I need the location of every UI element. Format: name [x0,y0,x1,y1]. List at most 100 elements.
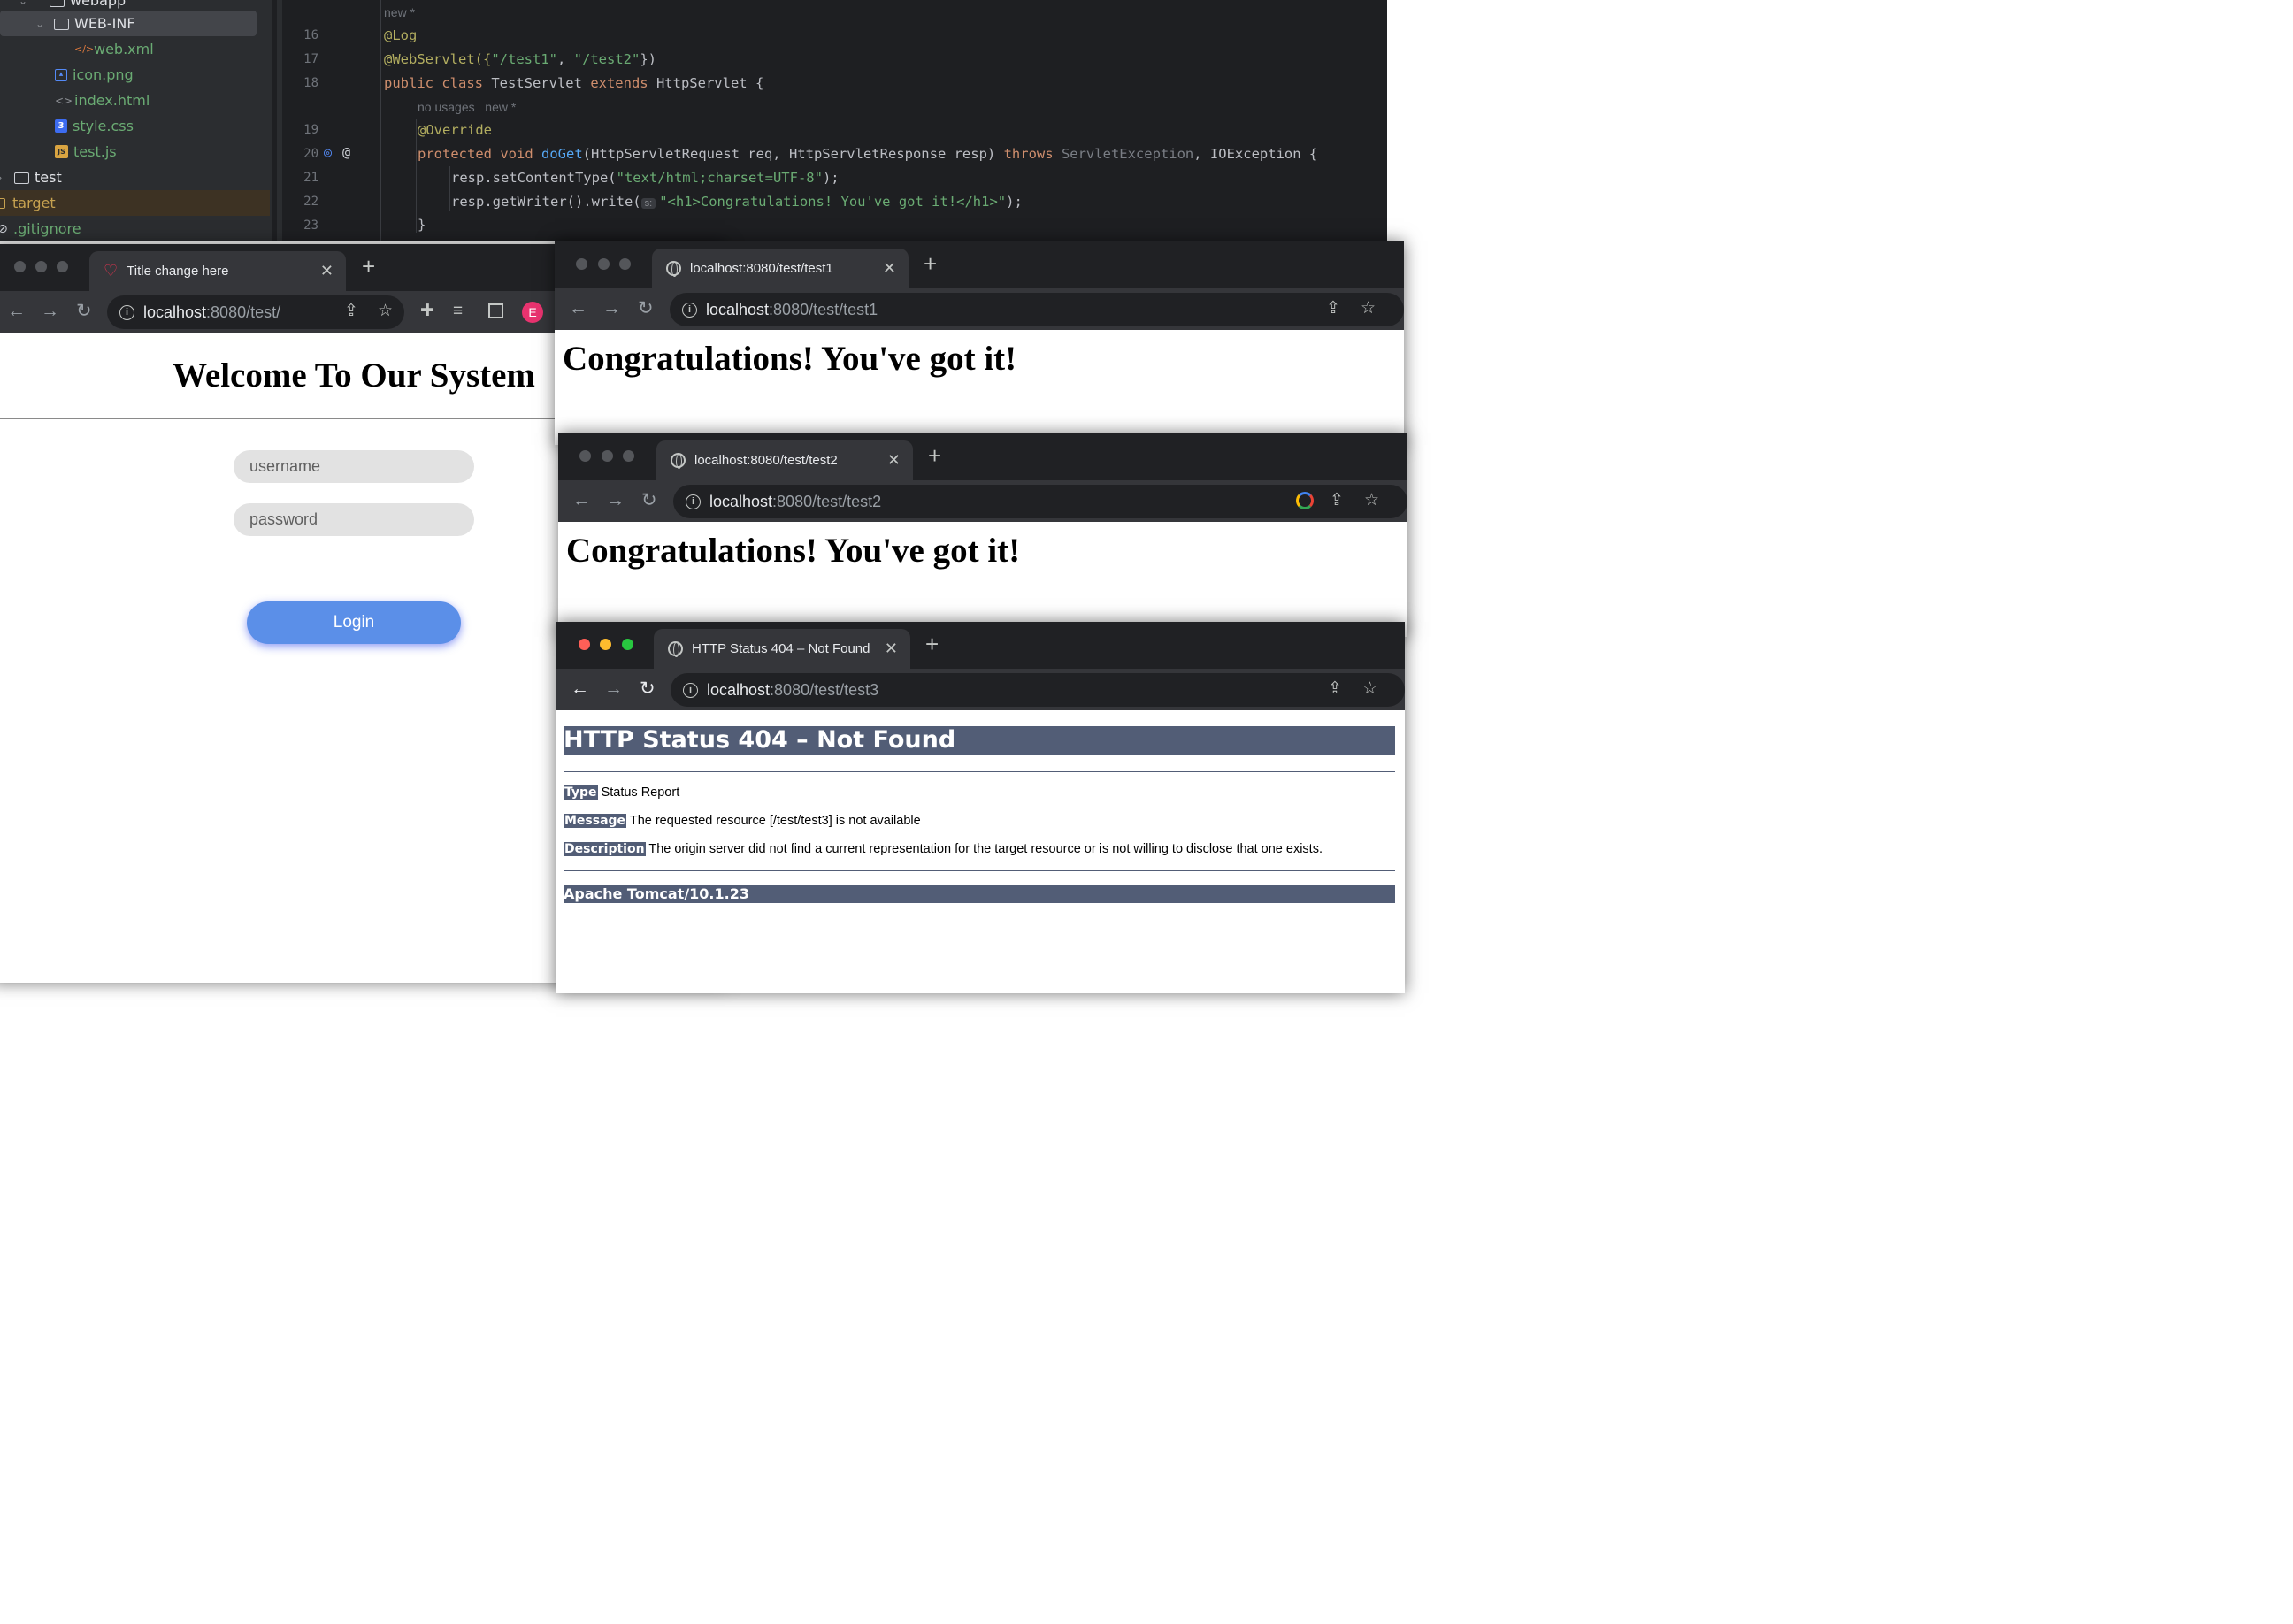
star-icon[interactable]: ☆ [1362,680,1377,698]
window-zoom-button[interactable] [622,639,633,650]
url-host: localhost [707,680,771,699]
profile-avatar[interactable]: E [522,302,543,323]
star-icon[interactable]: ☆ [1361,300,1376,318]
heart-favicon: ♡ [104,262,119,280]
share-icon[interactable]: ⇪ [1330,492,1344,509]
star-icon[interactable]: ☆ [1364,492,1379,509]
indent-guide [416,119,417,233]
password-input[interactable] [234,503,474,536]
tree-item-label: index.html [74,92,150,109]
extensions-icon[interactable]: ✚ [420,303,434,320]
close-tab-icon[interactable]: ✕ [883,259,896,278]
code-vision-hint[interactable]: new * [384,5,415,19]
folder-icon [0,197,5,209]
tab-404[interactable]: HTTP Status 404 – Not Found ✕ [654,629,910,669]
window-zoom-button[interactable] [619,258,631,270]
annotation-gutter-icon[interactable]: @ [342,144,350,160]
info-icon[interactable]: i [683,682,698,698]
code-line-16: @Log [384,27,418,43]
back-button[interactable]: ← [7,302,26,321]
reload-button[interactable]: ↻ [638,299,654,318]
tab-test1[interactable]: localhost:8080/test/test1 ✕ [652,249,909,288]
close-tab-icon[interactable]: ✕ [885,640,898,658]
close-tab-icon[interactable]: ✕ [320,262,334,280]
close-tab-icon[interactable]: ✕ [887,451,901,470]
tree-item-web-inf[interactable]: ⌄ WEB-INF [0,11,257,36]
window-minimize-button[interactable] [600,639,611,650]
login-button[interactable]: Login [247,601,461,644]
reload-button[interactable]: ↻ [641,491,657,510]
reload-button[interactable]: ↻ [640,679,656,699]
forward-button[interactable]: → [602,299,621,318]
indent-guide [380,0,381,241]
code-line-18: public class TestServlet extends HttpSer… [384,75,764,91]
forward-button[interactable]: → [604,679,623,699]
browser-window-test1: localhost:8080/test/test1 ✕ + ← → ↻ i lo… [555,241,1404,445]
browser-window-404: HTTP Status 404 – Not Found ✕ + ← → ↻ i … [556,622,1405,993]
new-tab-button[interactable]: + [362,255,375,278]
tab-title: Title change here [127,264,229,279]
new-tab-button[interactable]: + [928,444,941,467]
css-file-icon: 3 [55,119,67,133]
window-close-button[interactable] [579,450,591,462]
override-gutter-icon[interactable]: ◎ [324,144,332,160]
tree-item-web-xml[interactable]: </> web.xml [0,36,265,62]
browser-toolbar: ← → ↻ i localhost:8080/test/test3 ⇪ ☆ [556,669,1405,710]
tree-item-icon-png[interactable]: ▴ icon.png [0,62,265,88]
js-file-icon: JS [55,145,68,158]
back-button[interactable]: ← [571,679,589,699]
new-tab-button[interactable]: + [924,252,937,275]
reading-list-icon[interactable]: ≡ [453,303,463,320]
info-icon[interactable]: i [682,302,697,318]
line-number: 22 [303,195,318,209]
tab-test2[interactable]: localhost:8080/test/test2 ✕ [656,440,913,480]
address-bar[interactable]: i localhost:8080/test/test1 [670,293,1404,326]
share-icon[interactable]: ⇪ [1326,300,1340,318]
back-button[interactable]: ← [569,299,587,318]
error-description: Description The origin server did not fi… [564,842,1323,856]
new-tab-button[interactable]: + [925,632,939,655]
html-file-icon: <> [55,94,73,107]
page-heading: Congratulations! You've got it! [563,340,1017,378]
info-icon[interactable]: i [686,494,701,509]
share-icon[interactable]: ⇪ [344,303,358,320]
tab-title-change-here[interactable]: ♡ Title change here ✕ [89,251,346,291]
tree-item-label: webapp [70,0,127,9]
forward-button[interactable]: → [606,491,625,510]
username-input[interactable] [234,450,474,483]
window-minimize-button[interactable] [598,258,610,270]
window-minimize-button[interactable] [35,261,47,272]
tree-item-label: web.xml [94,41,154,57]
divider [564,771,1395,772]
reload-button[interactable]: ↻ [76,302,92,321]
tree-item-index-html[interactable]: <> index.html [0,88,265,113]
tree-item-gitignore[interactable]: ⊘ .gitignore [0,216,265,241]
google-icon[interactable] [1296,492,1314,509]
tree-item-target[interactable]: target [0,190,270,216]
tree-item-test-js[interactable]: JS test.js [0,139,265,165]
code-editor[interactable]: new * 16 @Log 17 @WebServlet({"/test1", … [283,0,1387,241]
window-zoom-button[interactable] [57,261,68,272]
share-icon[interactable]: ⇪ [1328,680,1342,698]
window-close-button[interactable] [579,639,590,650]
address-bar[interactable]: i localhost:8080/test/ ⇪ ☆ [107,295,404,329]
window-close-button[interactable] [14,261,26,272]
parameter-hint: s: [640,198,656,209]
window-close-button[interactable] [576,258,587,270]
back-button[interactable]: ← [572,491,591,510]
address-bar[interactable]: i localhost:8080/test/test3 [671,673,1405,707]
code-vision-hint[interactable]: no usages new * [418,100,516,114]
line-number: 16 [303,28,318,42]
window-minimize-button[interactable] [602,450,613,462]
star-icon[interactable]: ☆ [378,303,393,320]
forward-button[interactable]: → [41,302,59,321]
window-zoom-button[interactable] [623,450,634,462]
error-heading: HTTP Status 404 – Not Found [564,726,1395,755]
tree-item-test[interactable]: › test [0,165,265,190]
info-icon[interactable]: i [119,304,134,320]
tree-item-style-css[interactable]: 3 style.css [0,113,265,139]
side-panel-icon[interactable] [488,303,503,318]
divider [564,870,1395,871]
indent-guide [449,166,450,211]
panel-divider[interactable] [277,0,282,241]
